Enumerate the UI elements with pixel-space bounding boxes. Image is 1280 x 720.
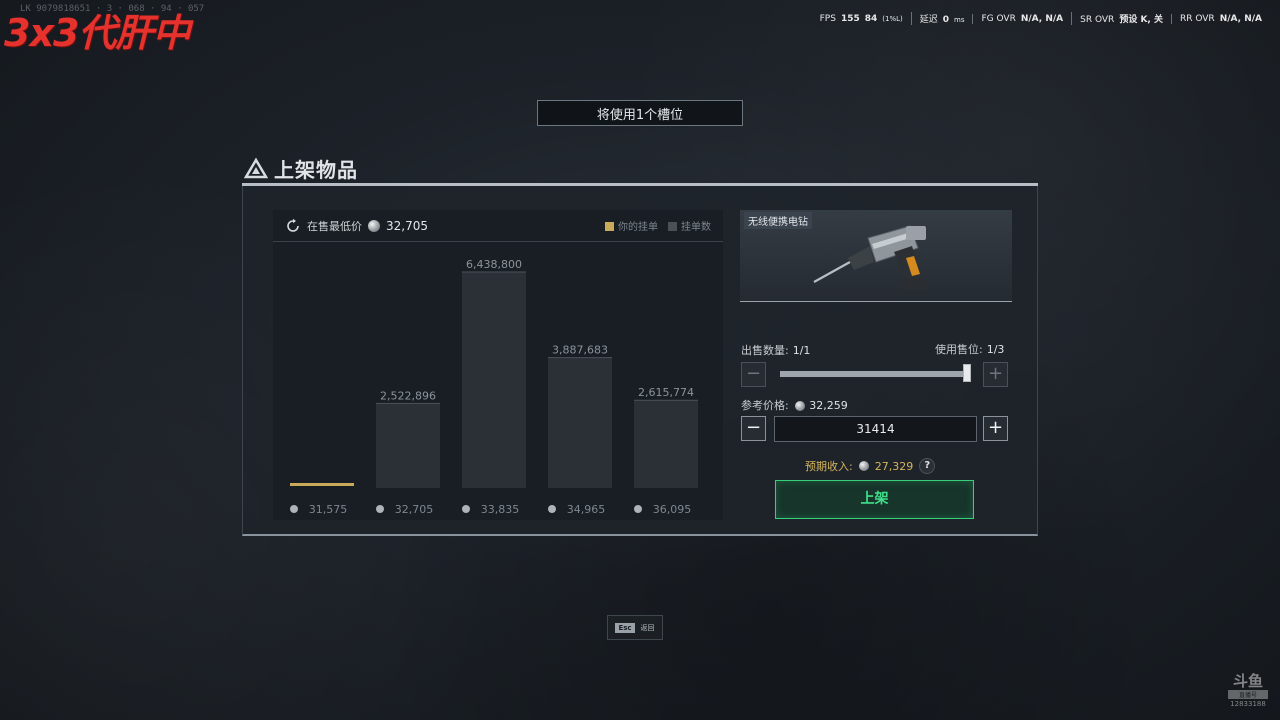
legend-swatch-count xyxy=(668,222,677,231)
expected-income-row: 预期收入: 27,329 ? xyxy=(805,458,936,474)
slots-label-row: 使用售位: 1/3 xyxy=(935,341,1004,357)
chart-header: 在售最低价 32,705 你的挂单 挂单数 xyxy=(273,210,723,242)
bar-chart-plot: 31,575 2,522,896 32,705 6,438,800 33,835 3,88… xyxy=(290,258,698,516)
ref-price-row: 参考价格: 32,259 xyxy=(741,397,848,413)
ref-price-value: 32,259 xyxy=(809,399,848,412)
lowest-price-label: 在售最低价 xyxy=(307,219,362,233)
bar xyxy=(634,400,698,488)
quantity-value: 1/1 xyxy=(792,344,811,357)
legend-swatch-mine xyxy=(605,222,614,231)
triangle-logo-icon xyxy=(244,157,268,178)
slots-label: 使用售位: xyxy=(935,343,983,356)
your-listing-marker xyxy=(290,483,354,486)
x-tick-label: 31,575 xyxy=(309,503,348,516)
legend-count: 挂单数 xyxy=(668,218,711,233)
osd-rr: RR OVR N/A, N/A xyxy=(1170,13,1270,24)
x-tick-label: 34,965 xyxy=(567,503,606,516)
esc-key-icon: Esc xyxy=(615,622,635,633)
x-tick-label: 33,835 xyxy=(481,503,520,516)
back-button[interactable]: Esc 返回 xyxy=(607,615,663,640)
osd-fg: FG OVR N/A, N/A xyxy=(972,13,1071,24)
osd-rr-value: N/A, N/A xyxy=(1219,13,1262,24)
bar xyxy=(548,357,612,488)
coin-icon xyxy=(290,505,298,513)
refresh-icon[interactable] xyxy=(285,218,301,234)
coin-icon xyxy=(548,505,556,513)
coin-icon xyxy=(368,219,380,232)
bar-value-label: 2,615,774 xyxy=(638,386,694,399)
coin-icon xyxy=(795,401,806,411)
osd-sr-value: 预设 K, 关 xyxy=(1119,15,1163,25)
osd-latency-unit: ms xyxy=(954,16,965,24)
legend-count-label: 挂单数 xyxy=(681,222,711,233)
bar xyxy=(376,403,440,488)
performance-overlay: FPS 155 84 (1%L) 延迟 0 ms FG OVR N/A, N/A… xyxy=(812,12,1270,25)
slot-usage-banner: 将使用1个槽位 xyxy=(537,100,743,126)
osd-latency-value: 0 xyxy=(942,15,950,25)
slots-value: 1/3 xyxy=(986,343,1005,356)
bar xyxy=(462,272,526,488)
osd-fg-key: FG OVR xyxy=(981,13,1016,24)
coin-icon xyxy=(462,505,470,513)
cordless-drill-icon xyxy=(813,225,926,290)
quantity-label: 出售数量: xyxy=(741,344,789,357)
price-distribution-chart: 在售最低价 32,705 你的挂单 挂单数 31,575 2,522,896 32,… xyxy=(273,210,723,520)
dialog-title-row: 上架物品 xyxy=(244,154,358,183)
osd-fg-value: N/A, N/A xyxy=(1020,13,1064,24)
osd-fps-value: 155 xyxy=(840,13,860,24)
quantity-label-row: 出售数量: 1/1 xyxy=(741,342,810,358)
watermark-room: 12833188 xyxy=(1230,700,1266,708)
price-input[interactable] xyxy=(774,416,977,442)
chart-legend: 你的挂单 挂单数 xyxy=(605,218,711,233)
x-tick-label: 32,705 xyxy=(395,503,434,516)
bar-value-label: 3,887,683 xyxy=(552,344,608,357)
dialog-title: 上架物品 xyxy=(274,158,358,182)
streamer-logo: 3x3代肝中 xyxy=(4,11,190,55)
listing-panel: 在售最低价 32,705 你的挂单 挂单数 31,575 2,522,896 32,… xyxy=(242,186,1038,536)
coin-icon xyxy=(634,505,642,513)
lowest-price-value: 32,705 xyxy=(386,218,428,233)
legend-mine: 你的挂单 xyxy=(605,218,658,233)
osd-fps: FPS 155 84 (1%L) xyxy=(812,14,911,24)
osd-latency: 延迟 0 ms xyxy=(910,12,973,25)
price-increase-button[interactable]: + xyxy=(983,416,1008,441)
bar-value-label: 6,438,800 xyxy=(466,258,522,271)
list-item-button[interactable]: 上架 xyxy=(775,480,974,519)
osd-rr-key: RR OVR xyxy=(1179,13,1215,24)
help-icon[interactable]: ? xyxy=(919,458,936,474)
osd-sr-key: SR OVR xyxy=(1080,15,1115,25)
item-card: 无线便携电钻 xyxy=(740,210,1012,302)
quantity-slider-handle[interactable] xyxy=(963,364,971,382)
price-decrease-button[interactable]: − xyxy=(741,416,766,441)
osd-sr: SR OVR 预设 K, 关 xyxy=(1071,12,1171,25)
osd-fps-low-label: (1%L) xyxy=(882,14,903,23)
osd-fps-low: 84 xyxy=(864,13,878,24)
watermark-brand: 斗鱼 xyxy=(1232,672,1263,690)
x-tick-label: 36,095 xyxy=(653,503,692,516)
back-label: 返回 xyxy=(640,623,655,632)
watermark-sub: 直播号 xyxy=(1228,690,1268,699)
osd-latency-key: 延迟 xyxy=(919,15,938,25)
quantity-increase-button[interactable]: + xyxy=(983,362,1008,387)
ref-price-label: 参考价格: xyxy=(741,399,789,412)
item-name: 无线便携电钻 xyxy=(744,212,812,229)
douyu-watermark: 斗鱼 直播号 12833188 xyxy=(1228,673,1268,708)
coin-icon xyxy=(376,505,384,513)
legend-mine-label: 你的挂单 xyxy=(618,222,658,233)
osd-fps-key: FPS xyxy=(819,13,836,24)
bar-value-label: 2,522,896 xyxy=(380,389,436,402)
quantity-decrease-button[interactable]: − xyxy=(741,362,766,387)
expected-income-value: 27,329 xyxy=(874,459,914,473)
quantity-slider-track[interactable] xyxy=(780,371,968,377)
expected-income-label: 预期收入: xyxy=(805,460,853,473)
coin-icon xyxy=(858,461,869,471)
